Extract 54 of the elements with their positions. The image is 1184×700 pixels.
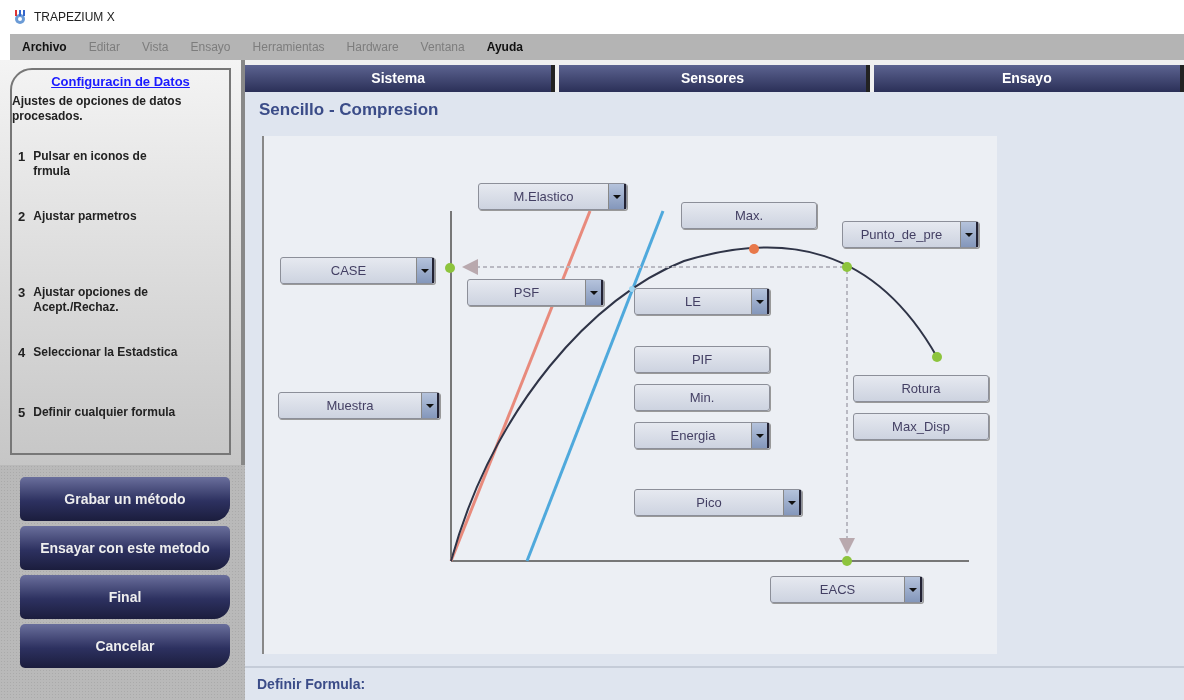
caret-icon — [755, 433, 764, 438]
footer-label: Definir Formula: — [245, 666, 1184, 700]
action-button[interactable]: Ensayar con este metodo — [20, 526, 230, 570]
formula-button[interactable]: Min. — [634, 384, 770, 411]
caret-icon — [755, 299, 764, 304]
caret-icon — [964, 232, 973, 237]
caret-icon — [787, 500, 796, 505]
point-marker — [749, 244, 759, 254]
section-heading: Sencillo - Compresion — [258, 99, 440, 121]
action-button[interactable]: Cancelar — [20, 624, 230, 668]
menu-item[interactable]: Ayuda — [486, 38, 523, 56]
panel-title-link[interactable]: Configuracin de Datos — [12, 72, 229, 92]
window-title: TRAPEZIUM X — [34, 9, 115, 26]
tab[interactable]: Ensayo — [873, 65, 1184, 92]
tab[interactable]: Sensores — [559, 65, 870, 92]
point-marker — [842, 262, 852, 272]
app-logo-icon — [12, 9, 28, 25]
action-button[interactable]: Grabar un método — [20, 477, 230, 521]
formula-button[interactable]: Max. — [681, 202, 817, 229]
point-marker — [842, 556, 852, 566]
formula-dropdown[interactable]: LE — [634, 288, 770, 315]
caret-icon — [420, 268, 429, 273]
step-number: 2 — [18, 208, 26, 226]
formula-dropdown[interactable]: PSF — [467, 279, 604, 306]
step-number: 1 — [18, 148, 26, 166]
step-number: 3 — [18, 284, 26, 302]
caret-icon — [589, 290, 598, 295]
step-text: Ajustar opciones de Acept./Rechaz. — [33, 284, 149, 317]
point-marker — [445, 263, 455, 273]
formula-dropdown[interactable]: Energia — [634, 422, 770, 449]
step-text: Definir cualquier formula — [33, 404, 177, 421]
formula-button[interactable]: Max_Disp — [853, 413, 989, 440]
step-text: Ajustar parmetros — [33, 208, 138, 225]
step-number: 4 — [18, 344, 26, 362]
formula-dropdown[interactable]: Punto_de_pre — [842, 221, 979, 248]
formula-button[interactable]: Rotura — [853, 375, 989, 402]
panel-description: Ajustes de opciones de datos procesados. — [12, 93, 183, 125]
tab[interactable]: Sistema — [245, 65, 556, 92]
caret-icon — [612, 194, 621, 199]
step-text: Pulsar en iconos de frmula — [33, 148, 148, 181]
formula-dropdown[interactable]: Muestra — [278, 392, 440, 419]
point-marker — [932, 352, 942, 362]
caret-icon — [425, 403, 434, 408]
point-marker — [629, 286, 635, 292]
menu-item[interactable]: Archivo — [22, 38, 67, 56]
action-button[interactable]: Final — [20, 575, 230, 619]
step-text: Seleccionar la Estadstica — [33, 344, 179, 361]
formula-dropdown[interactable]: M.Elastico — [478, 183, 627, 210]
caret-icon — [908, 587, 917, 592]
formula-dropdown[interactable]: EACS — [770, 576, 923, 603]
formula-dropdown[interactable]: Pico — [634, 489, 802, 516]
formula-dropdown[interactable]: CASE — [280, 257, 435, 284]
formula-button[interactable]: PIF — [634, 346, 770, 373]
step-number: 5 — [18, 404, 26, 422]
